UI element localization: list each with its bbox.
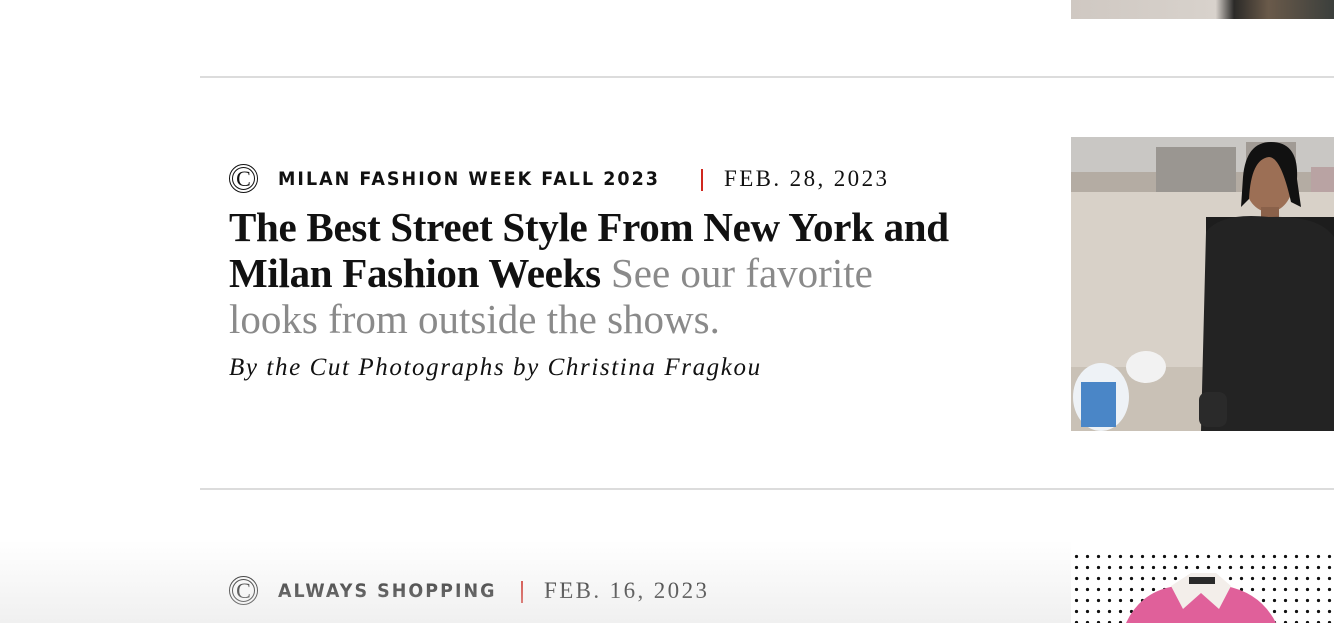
the-cut-logo-icon: C: [229, 164, 258, 193]
article-thumbnail[interactable]: [1071, 137, 1334, 431]
scroll-fade: [0, 540, 1071, 623]
article-date: FEB. 16, 2023: [544, 578, 710, 603]
article-date: FEB. 28, 2023: [724, 166, 890, 191]
logo-letter: C: [236, 165, 251, 191]
previous-article-thumbnail[interactable]: [1071, 0, 1334, 19]
article-divider: [200, 76, 1334, 78]
article-headline-link[interactable]: The Best Street Style From New York and …: [229, 204, 949, 342]
article-rubric-link[interactable]: MILAN FASHION WEEK FALL 2023: [278, 168, 660, 190]
pink-jacket-photo: [1126, 573, 1276, 623]
article-rubric-link[interactable]: ALWAYS SHOPPING: [278, 580, 497, 602]
rubric-separator: [521, 581, 523, 603]
the-cut-logo-icon: C: [229, 576, 258, 605]
article-divider: [200, 488, 1334, 490]
article-thumbnail[interactable]: [1071, 551, 1334, 623]
logo-letter: C: [236, 577, 251, 603]
street-style-photo: [1071, 137, 1334, 431]
rubric-separator: [701, 169, 703, 191]
article-byline: By the Cut Photographs by Christina Frag…: [229, 354, 762, 381]
